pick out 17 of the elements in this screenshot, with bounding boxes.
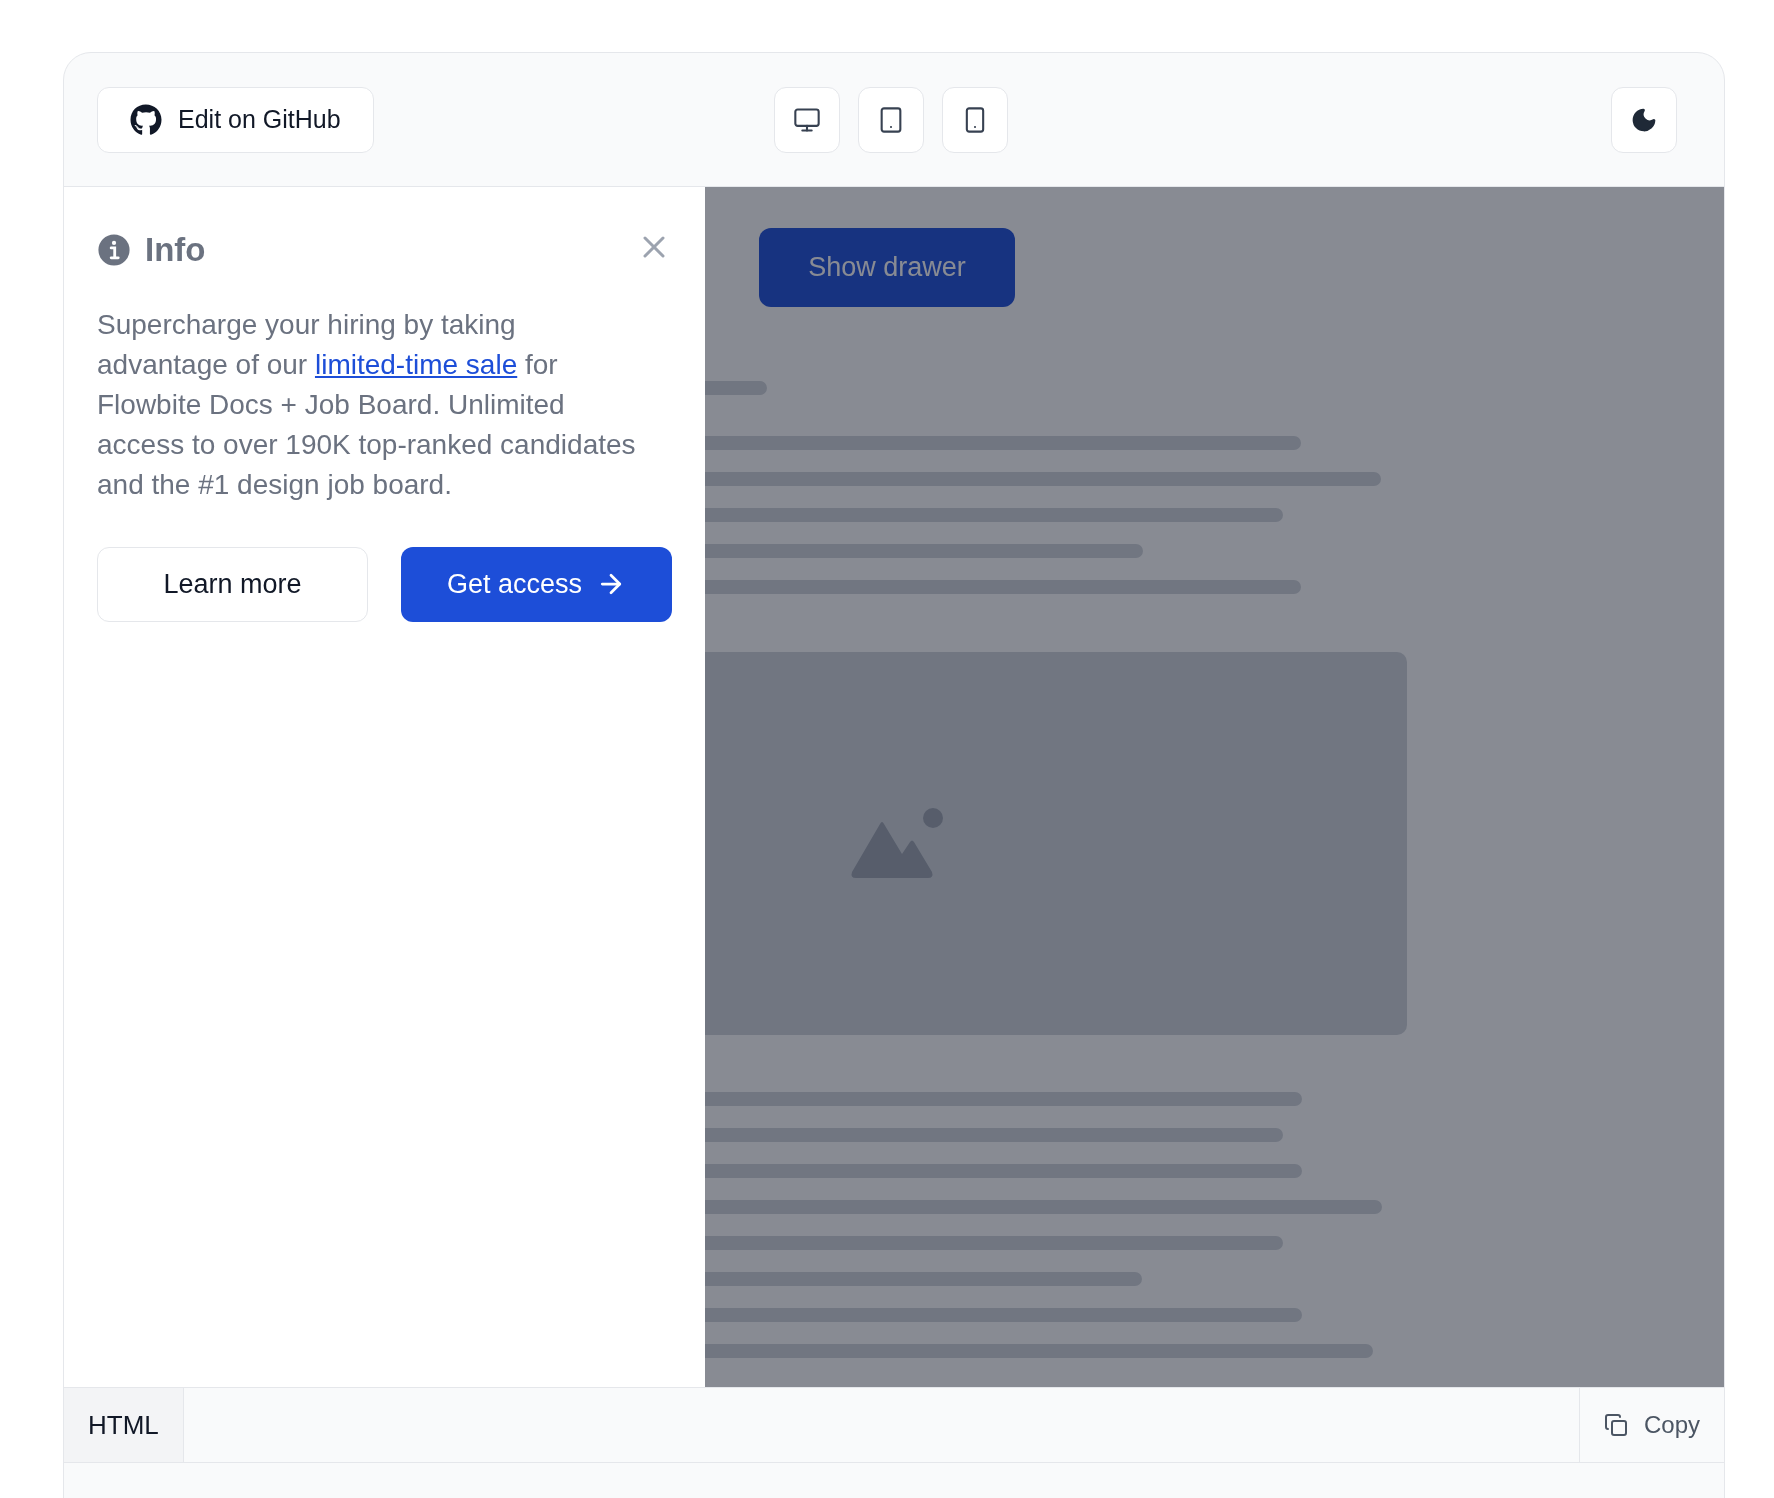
get-access-button[interactable]: Get access bbox=[401, 546, 672, 622]
limited-time-sale-link[interactable]: limited-time sale bbox=[314, 348, 518, 380]
desktop-view-button[interactable] bbox=[773, 86, 840, 153]
copy-button[interactable]: Copy bbox=[1578, 1388, 1724, 1462]
learn-more-button[interactable]: Learn more bbox=[97, 546, 368, 622]
drawer-title: Info bbox=[145, 230, 206, 270]
monitor-icon bbox=[792, 105, 821, 134]
edit-on-github-button[interactable]: Edit on GitHub bbox=[97, 86, 374, 153]
placeholder-bar bbox=[705, 381, 767, 395]
copy-icon bbox=[1603, 1413, 1628, 1437]
mobile-view-button[interactable] bbox=[941, 86, 1008, 153]
code-tab[interactable]: HTML bbox=[64, 1388, 184, 1462]
info-icon bbox=[97, 232, 131, 267]
github-icon bbox=[130, 103, 162, 136]
tablet-view-button[interactable] bbox=[857, 86, 924, 153]
dark-mode-button[interactable] bbox=[1611, 86, 1677, 153]
drawer-description: Supercharge your hiring by taking advantage of our limited-time sale for Flowbite Docs + Job Board. Unlimited access to over 190K top-ranked candidates and the #1 design job board. bbox=[97, 307, 637, 502]
